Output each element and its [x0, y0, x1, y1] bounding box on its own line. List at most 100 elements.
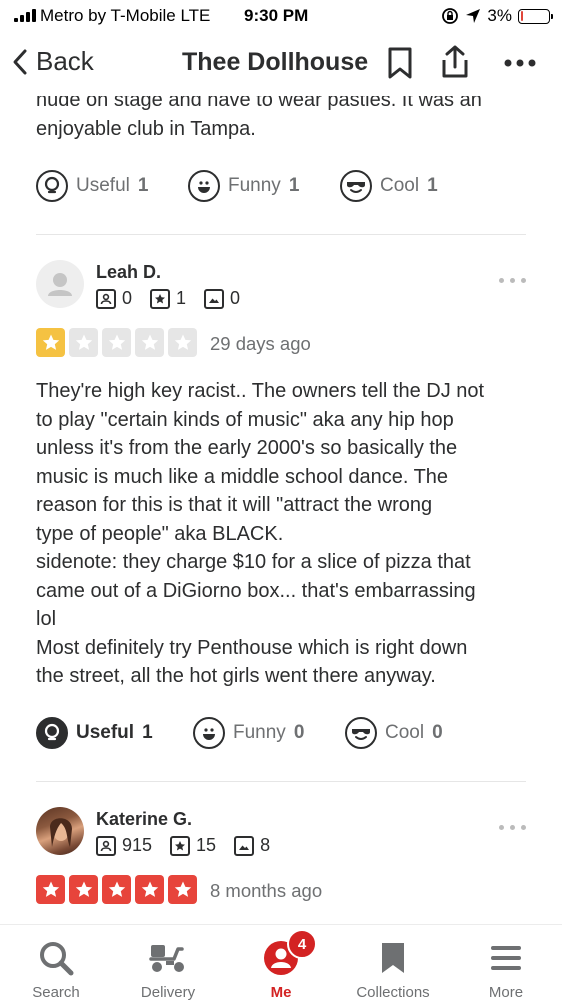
review-divider [36, 781, 526, 782]
sunglasses-icon [340, 170, 372, 202]
tab-label: Search [32, 984, 80, 1000]
action-label: Cool [380, 175, 420, 196]
location-arrow-icon [466, 9, 481, 23]
tab-label: More [488, 984, 524, 1000]
friends-icon [96, 835, 116, 856]
friends-icon [96, 288, 116, 309]
funny-button[interactable]: Funny 1 [188, 170, 340, 202]
action-count: 1 [142, 722, 153, 743]
sunglasses-icon [345, 717, 377, 749]
review-date: 29 days ago [210, 333, 311, 354]
lightbulb-icon [36, 717, 68, 749]
back-button[interactable]: Back [12, 46, 94, 77]
useful-button[interactable]: Useful 1 [36, 717, 193, 749]
reviews-icon [150, 288, 171, 309]
notification-badge: 4 [287, 929, 317, 959]
tab-label: Delivery [140, 984, 196, 1000]
status-time: 9:30 PM [244, 6, 309, 25]
search-icon [40, 941, 74, 975]
tab-label: Me [270, 984, 292, 1000]
network-type: LTE [180, 6, 211, 25]
previous-review-text: nude on stage and have to wear pasties. … [36, 96, 482, 140]
star-empty-icon [135, 328, 164, 357]
action-count: 0 [293, 722, 305, 743]
avatar[interactable] [36, 807, 84, 855]
photos-icon [204, 288, 225, 309]
photos-icon [234, 835, 255, 856]
funny-button[interactable]: Funny 0 [193, 717, 345, 749]
action-label: Useful [76, 175, 130, 196]
review-divider [36, 234, 526, 235]
action-count: 1 [288, 175, 300, 196]
review-text: They're high key racist.. The owners tel… [36, 380, 485, 687]
reviews-icon [170, 835, 191, 856]
action-label: Useful [76, 722, 135, 743]
signal-icon [14, 9, 36, 22]
star-filled-icon [69, 875, 98, 904]
status-bar: Metro by T-Mobile LTE 9:30 PM 3% [0, 0, 562, 34]
review-date: 8 months ago [210, 880, 323, 901]
action-count: 1 [427, 175, 438, 196]
battery-icon [518, 8, 553, 24]
action-label: Funny [233, 722, 286, 743]
reviews-count: 1 [176, 288, 187, 308]
profile-photo-icon [50, 818, 72, 847]
action-count: 1 [137, 175, 149, 196]
friends-count: 915 [122, 835, 153, 855]
star-rating [36, 328, 197, 357]
reviewer-stats: 915 15 8 [96, 835, 270, 856]
reviews-list[interactable]: nude on stage and have to wear pasties. … [0, 96, 562, 924]
review-more-button[interactable] [499, 825, 526, 830]
star-filled-icon [168, 875, 197, 904]
menu-icon [491, 945, 521, 970]
star-filled-icon [36, 875, 65, 904]
reviewer-name[interactable]: Leah D. [96, 262, 161, 283]
action-label: Funny [228, 175, 281, 196]
cool-button[interactable]: Cool 0 [345, 717, 443, 749]
more-icon[interactable] [502, 58, 538, 68]
review-more-button[interactable] [499, 278, 526, 283]
previous-review-actions: Useful 1 Funny 1 Cool 1 [36, 170, 438, 202]
action-count: 0 [432, 722, 443, 743]
friends-count: 0 [122, 288, 133, 308]
page-title: Thee Dollhouse [182, 48, 369, 76]
battery-level [520, 11, 523, 21]
avatar[interactable] [36, 260, 84, 308]
tab-collections[interactable]: Collections [337, 925, 449, 1000]
star-empty-icon [168, 328, 197, 357]
chevron-left-icon [13, 49, 27, 74]
share-icon[interactable] [438, 44, 472, 80]
smile-icon [188, 170, 220, 202]
back-label: Back [36, 46, 94, 76]
smile-icon [193, 717, 225, 749]
useful-button[interactable]: Useful 1 [36, 170, 188, 202]
bookmark-icon [382, 942, 404, 973]
delivery-scooter-icon [149, 944, 184, 972]
star-empty-icon [102, 328, 131, 357]
reviewer-stats: 0 1 0 [96, 288, 240, 309]
tab-more[interactable]: More [450, 925, 562, 1000]
reviewer-name[interactable]: Katerine G. [96, 809, 192, 830]
screen-rotation-lock-icon [442, 8, 459, 24]
tab-bar: Search Delivery Me 4 Collections More [0, 924, 562, 1000]
tab-delivery[interactable]: Delivery [112, 925, 224, 1000]
battery-percent: 3% [487, 6, 512, 25]
reviews-count: 15 [196, 835, 217, 855]
photos-count: 0 [230, 288, 241, 308]
tab-me[interactable]: Me 4 [225, 925, 337, 1000]
navigation-bar: Back Thee Dollhouse [0, 34, 562, 96]
photos-count: 8 [260, 835, 271, 855]
bookmark-icon[interactable] [386, 46, 414, 80]
star-filled-icon [36, 328, 65, 357]
tab-search[interactable]: Search [0, 925, 112, 1000]
tab-label: Collections [356, 984, 430, 1000]
carrier-name: Metro by T-Mobile [40, 6, 176, 25]
star-rating [36, 875, 197, 904]
cool-button[interactable]: Cool 1 [340, 170, 438, 202]
action-label: Cool [385, 722, 425, 743]
star-empty-icon [69, 328, 98, 357]
star-filled-icon [135, 875, 164, 904]
star-filled-icon [102, 875, 131, 904]
default-avatar-icon [48, 273, 72, 296]
lightbulb-icon [36, 170, 68, 202]
